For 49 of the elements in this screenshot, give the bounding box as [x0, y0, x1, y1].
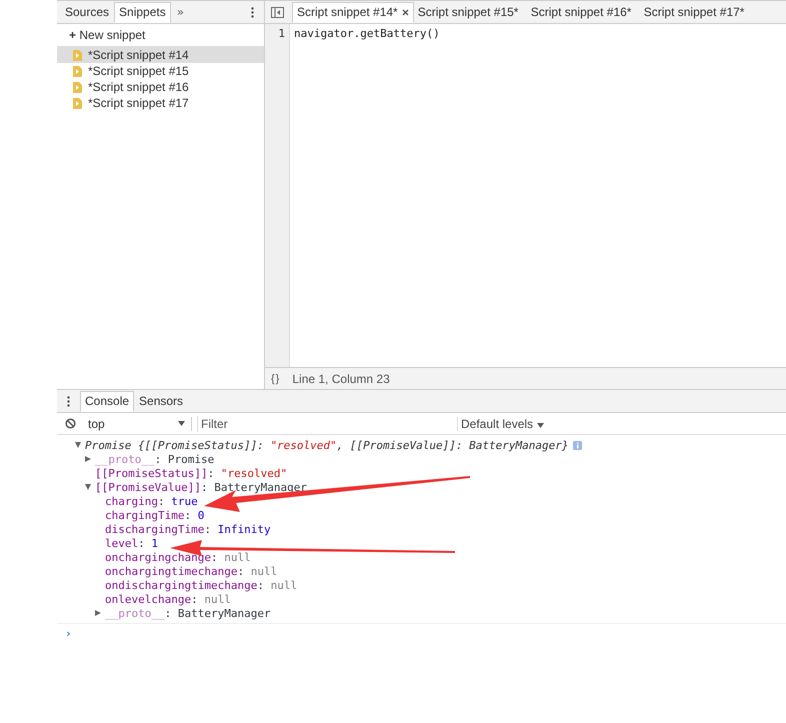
editor-tab[interactable]: Script snippet #16*: [526, 2, 640, 22]
property-line: __proto__: BatteryManager: [105, 606, 271, 620]
editor-tab[interactable]: Script snippet #17*: [640, 2, 753, 22]
expand-triangle-icon[interactable]: [85, 456, 91, 462]
drawer-tab[interactable]: Console: [80, 390, 134, 412]
property-line: onchargingtimechange: null: [105, 564, 278, 578]
property-line: __proto__: Promise: [95, 452, 214, 466]
property-line: level: 1: [105, 536, 158, 550]
snippet-item[interactable]: *Script snippet #14: [57, 47, 264, 63]
more-tabs-button[interactable]: »: [170, 5, 190, 19]
more-options-icon[interactable]: [251, 6, 254, 18]
sidebar-toggle-icon[interactable]: [271, 6, 284, 18]
expand-triangle-icon[interactable]: [85, 484, 91, 490]
file-icon: [73, 50, 82, 60]
property-line: onlevelchange: null: [105, 592, 231, 606]
line-number: 1: [277, 27, 285, 40]
promise-summary: Promise {[[PromiseStatus]]: "resolved", [[PromiseValue]]: BatteryManager}: [85, 438, 568, 452]
file-icon: [73, 98, 82, 108]
property-line: [[PromiseStatus]]: "resolved": [95, 466, 288, 480]
snippet-item[interactable]: *Script snippet #17: [57, 95, 264, 111]
pretty-print-button[interactable]: {}: [271, 372, 280, 384]
dropdown-arrow-icon: [178, 420, 185, 426]
cursor-position: Line 1, Column 23: [292, 372, 390, 386]
property-line: charging: true: [105, 494, 198, 508]
levels-dropdown[interactable]: Default levels: [457, 416, 544, 430]
code-line: navigator.getBattery(): [294, 27, 440, 40]
console-prompt[interactable]: ›: [65, 627, 72, 640]
property-line: [[PromiseValue]]: BatteryManager: [95, 480, 307, 494]
file-icon: [73, 82, 82, 92]
more-options-icon[interactable]: [67, 396, 70, 406]
property-line: ondischargingtimechange: null: [105, 578, 298, 592]
editor-tab[interactable]: Script snippet #15*: [414, 2, 527, 22]
snippet-item[interactable]: *Script snippet #15: [57, 63, 264, 79]
expand-triangle-icon[interactable]: [95, 610, 101, 616]
context-dropdown[interactable]: top: [88, 416, 192, 430]
editor-tab[interactable]: Script snippet #14*: [292, 2, 414, 22]
property-line: onchargingchange: null: [105, 550, 251, 564]
dropdown-arrow-icon: [537, 422, 544, 428]
panel-tab[interactable]: Sources: [60, 2, 114, 22]
clear-console-icon[interactable]: [65, 418, 76, 429]
panel-tab[interactable]: Snippets: [114, 2, 171, 22]
snippet-item[interactable]: *Script snippet #16: [57, 79, 264, 95]
drawer-tab[interactable]: Sensors: [134, 390, 188, 412]
property-line: chargingTime: 0: [105, 508, 204, 522]
file-icon: [73, 66, 82, 76]
info-icon: [573, 440, 582, 450]
property-line: dischargingTime: Infinity: [105, 522, 271, 536]
expand-triangle-icon[interactable]: [75, 442, 81, 448]
close-icon[interactable]: [402, 8, 409, 16]
